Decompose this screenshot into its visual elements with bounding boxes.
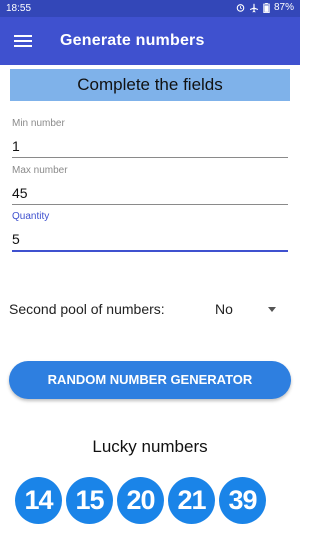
- dropdown-arrow-icon: [268, 307, 276, 312]
- menu-icon[interactable]: [14, 32, 32, 50]
- second-pool-select[interactable]: No: [214, 300, 280, 320]
- lucky-number-ball: 39: [219, 477, 266, 524]
- min-number-field: Min number: [12, 118, 288, 158]
- app-bar: Generate numbers: [0, 17, 300, 65]
- battery-percent: 87%: [273, 2, 294, 13]
- lucky-number-ball: 20: [117, 477, 164, 524]
- min-number-label: Min number: [12, 118, 65, 129]
- lucky-number-ball: 15: [66, 477, 113, 524]
- quantity-field: Quantity: [12, 211, 288, 252]
- status-icons: 87%: [236, 2, 294, 13]
- max-number-field: Max number: [12, 165, 288, 205]
- second-pool-label: Second pool of numbers:: [9, 301, 165, 317]
- lucky-numbers-title: Lucky numbers: [92, 437, 208, 456]
- battery-icon: [263, 2, 270, 13]
- lucky-number-ball: 21: [168, 477, 215, 524]
- alarm-icon: [236, 3, 245, 12]
- quantity-input[interactable]: [12, 227, 288, 252]
- min-number-input[interactable]: [12, 134, 288, 158]
- lucky-numbers-list: 14 15 20 21 39: [15, 477, 266, 524]
- random-number-generator-button[interactable]: RANDOM NUMBER GENERATOR: [9, 361, 291, 399]
- second-pool-value: No: [215, 301, 233, 317]
- status-bar: 18:55 87%: [0, 0, 300, 17]
- status-time: 18:55: [6, 3, 32, 14]
- max-number-input[interactable]: [12, 181, 288, 205]
- instructions-banner: Complete the fields: [10, 69, 290, 101]
- lucky-number-ball: 14: [15, 477, 62, 524]
- quantity-label: Quantity: [12, 211, 50, 222]
- page-title: Generate numbers: [60, 32, 205, 49]
- max-number-label: Max number: [12, 165, 68, 176]
- airplane-icon: [249, 3, 259, 13]
